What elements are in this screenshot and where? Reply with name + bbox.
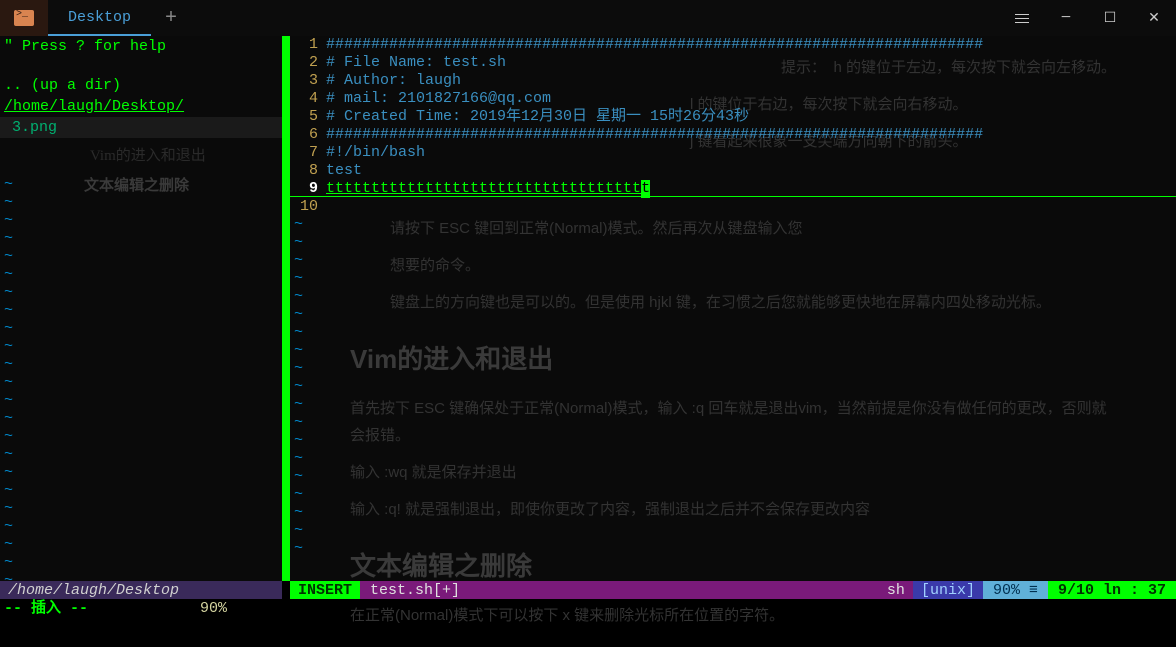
empty-line-marker: ~ xyxy=(290,414,1176,432)
code-text: #!/bin/bash xyxy=(326,144,425,162)
code-line: 3# Author: laugh xyxy=(290,72,1176,90)
bg-p7: 在正常(Normal)模式下可以按下 x 键来删除光标所在位置的字符。 xyxy=(350,602,1116,629)
window-titlebar: Desktop + ─ ☐ ✕ xyxy=(0,0,1176,36)
code-line: 5# Created Time: 2019年12月30日 星期一 15时26分4… xyxy=(290,108,1176,126)
maximize-button[interactable]: ☐ xyxy=(1088,0,1132,36)
code-line: 8test xyxy=(290,162,1176,180)
mode-message: -- 插入 -- xyxy=(4,596,88,617)
close-button[interactable]: ✕ xyxy=(1132,0,1176,36)
file-item[interactable]: 3.png xyxy=(0,117,282,138)
current-directory: /home/laugh/Desktop/ xyxy=(0,96,282,117)
code-line: 6#######################################… xyxy=(290,126,1176,144)
scroll-percent: 90% xyxy=(200,600,227,617)
code-text: ########################################… xyxy=(326,36,983,54)
code-text: # mail: 2101827166@qq.com xyxy=(326,90,551,108)
code-line-current: 9 tttttttttttttttttttttttttttttttttttt xyxy=(290,180,1176,198)
terminal-icon xyxy=(14,10,34,26)
code-line: 10 xyxy=(290,198,1176,216)
line-number: 8 xyxy=(290,162,326,180)
vertical-split[interactable] xyxy=(282,36,290,581)
empty-line-marker: ~ xyxy=(290,432,1176,450)
empty-line-marker: ~ xyxy=(290,486,1176,504)
editor-area: " Press ? for help .. (up a dir) /home/l… xyxy=(0,36,1176,581)
app-icon xyxy=(0,0,48,36)
editor-pane[interactable]: 提示： h 的键位于左边，每次按下就会向左移动。 l 的键位于右边，每次按下就会… xyxy=(290,36,1176,581)
code-text: # File Name: test.sh xyxy=(326,54,506,72)
code-text: # Created Time: 2019年12月30日 星期一 15时26分43… xyxy=(326,108,749,126)
empty-line-marker: ~ xyxy=(290,450,1176,468)
minimize-button[interactable]: ─ xyxy=(1044,0,1088,36)
empty-line-marker: ~ xyxy=(290,216,1176,234)
code-line: 7#!/bin/bash xyxy=(290,144,1176,162)
empty-line-marker: ~ xyxy=(290,324,1176,342)
code-text: ########################################… xyxy=(326,126,983,144)
empty-line-marker: ~ xyxy=(290,306,1176,324)
code-line: 1#######################################… xyxy=(290,36,1176,54)
empty-line-marker: ~ xyxy=(290,378,1176,396)
line-number: 10 xyxy=(290,198,326,216)
plus-icon: + xyxy=(165,7,177,30)
empty-line-marker: ~ xyxy=(290,396,1176,414)
code-line: 2# File Name: test.sh xyxy=(290,54,1176,72)
line-number-current: 9 xyxy=(290,180,326,198)
code-text: ttttttttttttttttttttttttttttttttttt xyxy=(326,180,641,198)
menu-button[interactable] xyxy=(1000,0,1044,36)
empty-line-marker: ~ xyxy=(290,468,1176,486)
empty-line-marker: ~ xyxy=(290,540,1176,558)
new-tab-button[interactable]: + xyxy=(151,0,191,36)
tab-label: Desktop xyxy=(68,9,131,26)
line-number: 4 xyxy=(290,90,326,108)
bg-nav-1: Vim的进入和退出 xyxy=(90,144,206,165)
window-controls: ─ ☐ ✕ xyxy=(1000,0,1176,36)
line-number: 2 xyxy=(290,54,326,72)
hamburger-icon xyxy=(1015,14,1029,23)
line-number: 1 xyxy=(290,36,326,54)
empty-line-marker: ~ xyxy=(290,252,1176,270)
code-text: test xyxy=(326,162,362,180)
code-text: # Author: laugh xyxy=(326,72,461,90)
empty-line-marker: ~ xyxy=(290,234,1176,252)
empty-line-marker: ~ xyxy=(290,342,1176,360)
tab-desktop[interactable]: Desktop xyxy=(48,0,151,36)
empty-line-marker: ~ xyxy=(290,270,1176,288)
help-hint: " Press ? for help xyxy=(0,36,282,57)
line-number: 5 xyxy=(290,108,326,126)
empty-line-marker: ~ xyxy=(290,360,1176,378)
empty-line-marker: ~ xyxy=(290,504,1176,522)
up-directory[interactable]: .. (up a dir) xyxy=(0,75,282,96)
file-explorer-pane[interactable]: " Press ? for help .. (up a dir) /home/l… xyxy=(0,36,282,581)
code-editor[interactable]: 1#######################################… xyxy=(290,36,1176,581)
empty-line-markers: ~~~~~~~~~~~~~~~~~~~~~~~ xyxy=(4,176,13,590)
line-number: 3 xyxy=(290,72,326,90)
bg-nav-2: 文本编辑之删除 xyxy=(84,174,189,195)
line-number: 6 xyxy=(290,126,326,144)
code-line: 4# mail: 2101827166@qq.com xyxy=(290,90,1176,108)
line-number: 7 xyxy=(290,144,326,162)
empty-line-marker: ~ xyxy=(290,288,1176,306)
cursor: t xyxy=(641,180,650,198)
empty-line-marker: ~ xyxy=(290,522,1176,540)
